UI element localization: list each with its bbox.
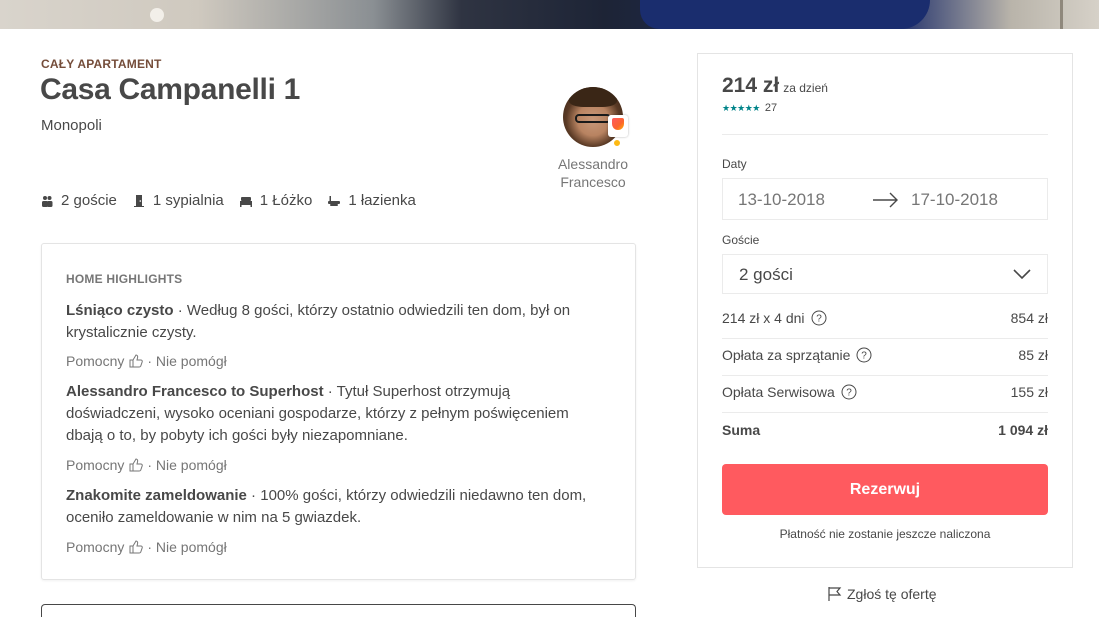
price-total: Suma 1 094 zł	[722, 422, 1048, 438]
price-amount: 214 zł	[722, 74, 780, 97]
amenity-guests: 2 goście	[41, 192, 117, 209]
helpful-button[interactable]: Pomocny	[66, 457, 124, 473]
divider	[722, 338, 1048, 339]
highlight-feedback: Pomocny · Nie pomógł	[66, 539, 227, 555]
divider	[722, 134, 1048, 135]
guests-icon	[42, 195, 53, 207]
line-value: 85 zł	[1018, 347, 1048, 363]
price-line-service: Opłata Serwisowa? 155 zł	[722, 384, 1048, 400]
highlight-item: Lśniąco czysto · Według 8 gości, którzy …	[66, 300, 606, 344]
rating-summary[interactable]: ★★★★★ 27	[722, 102, 777, 114]
photo-detail	[640, 0, 930, 29]
highlight-title: Znakomite zameldowanie	[66, 487, 247, 504]
arrow-right-icon	[873, 192, 898, 208]
hero-photo	[0, 0, 1099, 29]
total-label: Suma	[722, 422, 761, 438]
amenity-bedrooms: 1 sypialnia	[133, 192, 224, 209]
guests-label: Goście	[722, 233, 760, 247]
line-value: 155 zł	[1010, 384, 1048, 400]
helpful-button[interactable]: Pomocny	[66, 353, 124, 369]
price-per-night: 214 zł za dzień	[722, 74, 828, 98]
highlight-feedback: Pomocny · Nie pomógł	[66, 353, 227, 369]
superhost-badge-icon	[608, 115, 628, 137]
svg-text:?: ?	[816, 314, 822, 325]
payment-note: Płatność nie zostanie jeszcze naliczona	[779, 527, 991, 541]
highlight-item: Znakomite zameldowanie · 100% gości, któ…	[66, 485, 606, 529]
report-label: Zgłoś tę ofertę	[847, 586, 937, 602]
not-helpful-button[interactable]: · Nie pomógł	[147, 353, 226, 369]
line-label: Opłata Serwisowa	[722, 384, 835, 400]
listing-title: Casa Campanelli 1	[40, 73, 301, 106]
amenity-baths: 1 łazienka	[328, 192, 416, 209]
amenity-label: 1 łazienka	[348, 192, 416, 209]
highlight-title: Alessandro Francesco to Superhost	[66, 383, 324, 400]
highlights-heading: HOME HIGHLIGHTS	[66, 272, 183, 286]
date-range-picker[interactable]: 13-10-2018 17-10-2018	[722, 178, 1048, 220]
amenity-label: 2 goście	[61, 192, 117, 209]
line-label: Opłata za sprzątanie	[722, 347, 851, 363]
price-unit: za dzień	[783, 81, 828, 95]
host-name[interactable]: Alessandro Francesco	[548, 155, 638, 191]
listing-type: CAŁY APARTAMENT	[41, 57, 162, 71]
chevron-down-icon	[1013, 269, 1031, 280]
bed-icon	[239, 196, 252, 207]
photo-detail	[1060, 0, 1063, 29]
amenity-label: 1 Łóżko	[259, 192, 313, 209]
home-highlights-card: HOME HIGHLIGHTS Lśniąco czysto · Według …	[41, 243, 636, 580]
guests-value: 2 gości	[739, 265, 793, 284]
thumbs-up-icon[interactable]	[129, 540, 144, 554]
booking-panel: 214 zł za dzień ★★★★★ 27 Daty 13-10-2018…	[697, 53, 1073, 568]
thumbs-up-icon[interactable]	[129, 458, 144, 472]
divider	[722, 375, 1048, 376]
star-rating-icon: ★★★★★	[722, 102, 760, 113]
flag-icon	[828, 587, 842, 601]
line-value: 854 zł	[1010, 310, 1048, 326]
photo-detail	[150, 8, 164, 22]
svg-text:?: ?	[846, 388, 852, 399]
thumbs-up-icon[interactable]	[129, 354, 144, 368]
reserve-button[interactable]: Rezerwuj	[722, 464, 1048, 515]
question-icon[interactable]: ?	[841, 384, 857, 400]
amenity-label: 1 sypialnia	[152, 192, 224, 209]
price-line-nights: 214 zł x 4 dni? 854 zł	[722, 310, 1048, 326]
bath-icon	[328, 195, 341, 206]
helpful-button[interactable]: Pomocny	[66, 539, 124, 555]
superhost-dot-icon	[612, 138, 622, 148]
guests-select[interactable]: 2 gości	[722, 254, 1048, 294]
review-count: 27	[764, 102, 778, 114]
line-label: 214 zł x 4 dni	[722, 310, 805, 326]
total-value: 1 094 zł	[998, 422, 1048, 438]
highlight-item: Alessandro Francesco to Superhost · Tytu…	[66, 381, 606, 447]
divider	[722, 412, 1048, 413]
check-out-input[interactable]: 17-10-2018	[911, 190, 998, 210]
question-icon[interactable]: ?	[856, 347, 872, 363]
question-icon[interactable]: ?	[811, 310, 827, 326]
price-line-cleaning: Opłata za sprzątanie? 85 zł	[722, 347, 1048, 363]
amenity-beds: 1 Łóżko	[239, 192, 313, 209]
check-in-input[interactable]: 13-10-2018	[738, 190, 825, 210]
not-helpful-button[interactable]: · Nie pomógł	[147, 539, 226, 555]
door-icon	[133, 194, 144, 207]
dates-label: Daty	[722, 157, 747, 171]
not-helpful-button[interactable]: · Nie pomógł	[147, 457, 226, 473]
highlight-title: Lśniąco czysto	[66, 302, 174, 319]
report-listing-link[interactable]: Zgłoś tę ofertę	[827, 586, 937, 602]
amenities-summary: 2 goście 1 sypialnia 1 Łóżko 1 łazienka	[41, 192, 432, 209]
highlight-feedback: Pomocny · Nie pomógł	[66, 457, 227, 473]
listing-city[interactable]: Monopoli	[41, 117, 102, 134]
next-section-card	[41, 604, 636, 617]
svg-text:?: ?	[862, 351, 868, 362]
